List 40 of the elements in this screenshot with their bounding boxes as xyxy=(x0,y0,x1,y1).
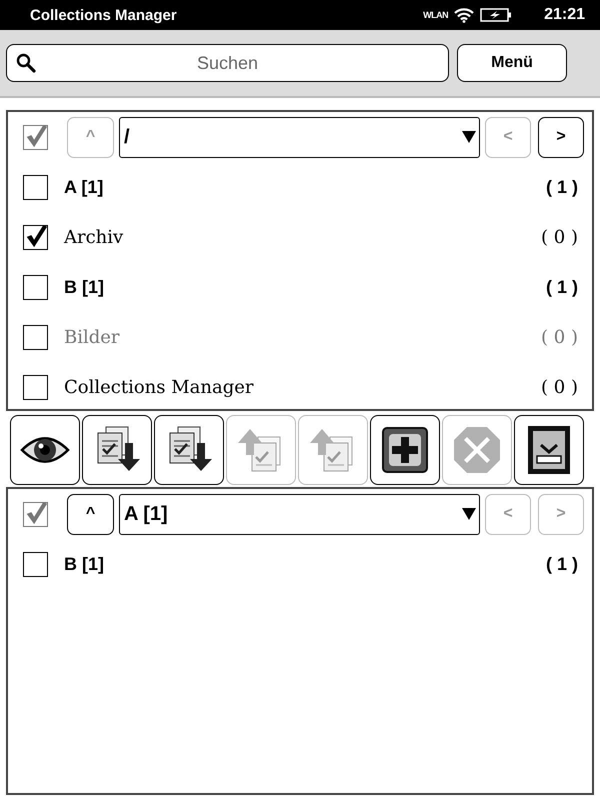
app-title: Collections Manager xyxy=(30,6,177,24)
next-button[interactable]: > xyxy=(538,116,584,158)
download-box-button[interactable] xyxy=(514,415,584,485)
item-count: ( 1 ) xyxy=(546,176,578,198)
clock: 21:21 xyxy=(544,6,585,24)
close-icon xyxy=(452,425,502,475)
search-field[interactable]: Suchen xyxy=(6,44,449,82)
menu-button[interactable]: Menü xyxy=(457,44,567,82)
item-name[interactable]: B [1] xyxy=(64,276,546,298)
path-dropdown[interactable]: A [1] xyxy=(119,494,480,534)
item-name[interactable]: B [1] xyxy=(64,554,546,574)
eye-button[interactable] xyxy=(10,415,80,485)
checkbox[interactable] xyxy=(23,274,48,300)
item-count: ( 0 ) xyxy=(541,326,578,348)
checkbox[interactable] xyxy=(23,224,48,250)
path-dropdown[interactable]: / xyxy=(119,116,480,158)
path-text: A [1] xyxy=(124,502,168,526)
caret-icon xyxy=(462,507,476,521)
checkbox[interactable] xyxy=(23,174,48,200)
item-name[interactable]: Archiv xyxy=(64,226,542,248)
checkbox[interactable] xyxy=(23,502,48,526)
path-text: / xyxy=(124,126,130,148)
item-count: ( 0 ) xyxy=(541,226,578,248)
item-count: ( 1 ) xyxy=(546,554,578,574)
documents-down-arrow-button[interactable] xyxy=(82,415,152,485)
checkbox[interactable] xyxy=(23,374,48,400)
wlan-label: WLAN xyxy=(423,10,448,20)
caret-icon xyxy=(462,130,476,144)
battery-icon xyxy=(480,8,512,22)
checkbox[interactable] xyxy=(23,552,48,576)
up-button[interactable]: ^ xyxy=(67,494,114,534)
plus-button[interactable] xyxy=(370,415,440,485)
item-name[interactable]: A [1] xyxy=(64,176,546,198)
item-count: ( 1 ) xyxy=(546,276,578,298)
plus-icon xyxy=(380,425,430,475)
documents-down-arrow-button[interactable] xyxy=(154,415,224,485)
item-name[interactable]: Collections Manager xyxy=(64,376,542,398)
checkbox[interactable] xyxy=(23,124,48,150)
wifi-icon xyxy=(454,8,474,22)
item-count: ( 0 ) xyxy=(541,376,578,398)
